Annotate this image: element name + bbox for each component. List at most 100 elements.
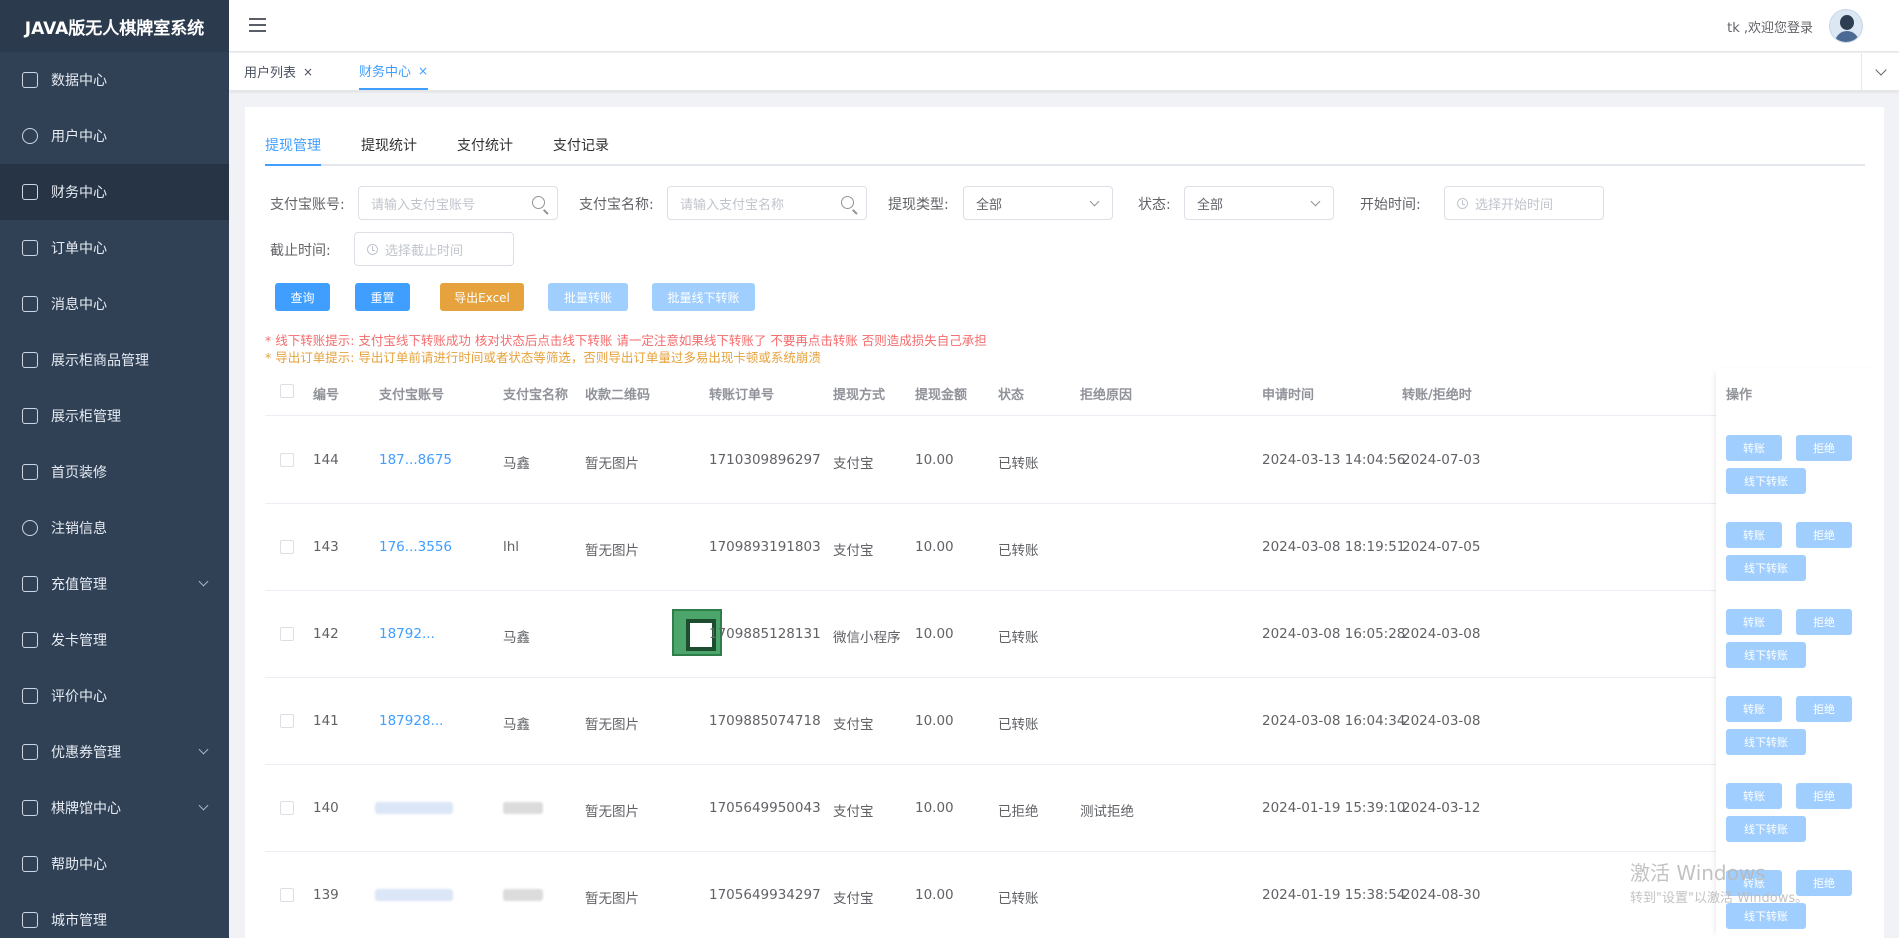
reject-button[interactable]: 拒绝 <box>1796 783 1852 809</box>
sidebar-item-showcase-goods[interactable]: 展示柜商品管理 <box>0 332 229 388</box>
cell-name-redacted <box>503 800 543 816</box>
col-qr-code: 收款二维码 <box>585 388 651 403</box>
offline-transfer-button[interactable]: 线下转账 <box>1726 816 1806 842</box>
cell-account[interactable]: 18792... <box>379 626 435 642</box>
reject-button[interactable]: 拒绝 <box>1796 609 1852 635</box>
cell-account[interactable]: 176...3556 <box>379 539 452 555</box>
status-select[interactable]: 全部 <box>1184 186 1334 220</box>
cell-apply-time: 2024-03-08 16:04:34 <box>1262 713 1406 729</box>
close-icon[interactable]: × <box>303 65 313 79</box>
row-checkbox[interactable] <box>280 888 294 902</box>
row-checkbox[interactable] <box>280 627 294 641</box>
reject-button[interactable]: 拒绝 <box>1796 696 1852 722</box>
sidebar-item-label: 评价中心 <box>51 689 107 705</box>
sidebar-item-showcase[interactable]: 展示柜管理 <box>0 388 229 444</box>
tab-withdraw-management[interactable]: 提现管理 <box>265 135 321 166</box>
sidebar-item-help-center[interactable]: 帮助中心 <box>0 836 229 892</box>
top-header: tk ,欢迎您登录 <box>229 0 1899 52</box>
chart-icon <box>22 856 38 872</box>
table-row: 141 187928... 马鑫 暂无图片 1709885074718 支付宝 … <box>265 678 1865 765</box>
col-order-no: 转账订单号 <box>709 388 775 403</box>
sidebar-item-order-center[interactable]: 订单中心 <box>0 220 229 276</box>
table-row: 139 暂无图片 1705649934297 支付宝 10.00 已转账 202… <box>265 852 1865 938</box>
alipay-name-input[interactable]: 请输入支付宝名称 <box>667 186 867 220</box>
cell-status: 已转账 <box>998 456 1039 472</box>
message-icon <box>22 688 38 704</box>
row-checkbox[interactable] <box>280 540 294 554</box>
col-alipay-name: 支付宝名称 <box>503 388 569 403</box>
transfer-button[interactable]: 转账 <box>1726 696 1782 722</box>
offline-transfer-button[interactable]: 线下转账 <box>1726 729 1806 755</box>
query-button[interactable]: 查询 <box>275 283 330 311</box>
export-excel-button[interactable]: 导出Excel <box>440 283 524 311</box>
reject-button[interactable]: 拒绝 <box>1796 435 1852 461</box>
sidebar-item-city[interactable]: 城市管理 <box>0 892 229 938</box>
cell-qr: 暂无图片 <box>585 891 639 907</box>
start-time-picker[interactable]: 选择开始时间 <box>1444 186 1604 220</box>
sidebar-item-cancellation[interactable]: 注销信息 <box>0 500 229 556</box>
chart-icon <box>22 912 38 928</box>
sidebar-item-card-issuing[interactable]: 发卡管理 <box>0 612 229 668</box>
sidebar-item-coupons[interactable]: 优惠券管理 <box>0 724 229 780</box>
windows-activation-hint: 转到"设置"以激活 Windows。 <box>1630 891 1809 906</box>
batch-transfer-button[interactable]: 批量转账 <box>548 283 628 311</box>
sidebar-item-user-center[interactable]: 用户中心 <box>0 108 229 164</box>
sidebar-item-message-center[interactable]: 消息中心 <box>0 276 229 332</box>
chevron-down-icon <box>1874 63 1887 76</box>
transfer-button[interactable]: 转账 <box>1726 783 1782 809</box>
avatar[interactable] <box>1829 9 1863 43</box>
sidebar-item-review-center[interactable]: 评价中心 <box>0 668 229 724</box>
cell-amount: 10.00 <box>915 626 954 642</box>
offline-transfer-button[interactable]: 线下转账 <box>1726 903 1806 929</box>
sidebar-item-home-decoration[interactable]: 首页装修 <box>0 444 229 500</box>
tab-withdraw-statistics[interactable]: 提现统计 <box>361 135 417 166</box>
reject-button[interactable]: 拒绝 <box>1796 522 1852 548</box>
sidebar-item-label: 棋牌馆中心 <box>51 801 121 817</box>
select-all-checkbox[interactable] <box>280 384 294 398</box>
cell-amount: 10.00 <box>915 452 954 468</box>
start-time-label: 开始时间: <box>1360 197 1421 213</box>
row-checkbox[interactable] <box>280 801 294 815</box>
cell-account[interactable]: 187...8675 <box>379 452 452 468</box>
tags-dropdown-button[interactable] <box>1861 53 1899 90</box>
cell-id: 141 <box>313 713 339 729</box>
offline-transfer-button[interactable]: 线下转账 <box>1726 555 1806 581</box>
reset-button[interactable]: 重置 <box>355 283 410 311</box>
chevron-down-icon <box>1089 196 1100 207</box>
document-icon <box>22 240 38 256</box>
cell-account[interactable]: 187928... <box>379 713 443 729</box>
table-header: 编号 支付宝账号 支付宝名称 收款二维码 转账订单号 提现方式 提现金额 状态 … <box>265 368 1865 416</box>
tag-user-list[interactable]: 用户列表 × <box>244 53 313 90</box>
cell-name-redacted <box>503 887 543 903</box>
offline-transfer-button[interactable]: 线下转账 <box>1726 642 1806 668</box>
search-icon <box>841 196 854 209</box>
menu-toggle-icon[interactable] <box>249 18 266 32</box>
sidebar-item-finance-center[interactable]: 财务中心 <box>0 164 229 220</box>
close-icon[interactable]: × <box>418 64 428 78</box>
sidebar-menu: 数据中心 用户中心 财务中心 订单中心 消息中心 展示柜商品管理 展示柜管理 首… <box>0 52 229 938</box>
alipay-account-input[interactable]: 请输入支付宝账号 <box>358 186 558 220</box>
row-checkbox[interactable] <box>280 453 294 467</box>
sidebar-item-recharge[interactable]: 充值管理 <box>0 556 229 612</box>
cell-reason: 测试拒绝 <box>1080 804 1134 820</box>
cell-done-time: 2024-08-30 <box>1402 887 1481 903</box>
end-time-picker[interactable]: 选择截止时间 <box>354 232 514 266</box>
transfer-button[interactable]: 转账 <box>1726 435 1782 461</box>
cell-status: 已转账 <box>998 543 1039 559</box>
sidebar-item-data-center[interactable]: 数据中心 <box>0 52 229 108</box>
tag-finance-center[interactable]: 财务中心 × <box>359 53 429 90</box>
transfer-button[interactable]: 转账 <box>1726 522 1782 548</box>
cell-qr: 暂无图片 <box>585 543 639 559</box>
sidebar-item-venue-center[interactable]: 棋牌馆中心 <box>0 780 229 836</box>
tab-payment-statistics[interactable]: 支付统计 <box>457 135 513 166</box>
cell-status: 已转账 <box>998 630 1039 646</box>
batch-offline-transfer-button[interactable]: 批量线下转账 <box>652 283 755 311</box>
tab-payment-records[interactable]: 支付记录 <box>553 135 609 166</box>
withdraw-type-select[interactable]: 全部 <box>963 186 1113 220</box>
row-checkbox[interactable] <box>280 714 294 728</box>
cell-apply-time: 2024-03-13 14:04:56 <box>1262 452 1406 468</box>
offline-transfer-button[interactable]: 线下转账 <box>1726 468 1806 494</box>
cell-qr: 暂无图片 <box>585 717 639 733</box>
transfer-button[interactable]: 转账 <box>1726 609 1782 635</box>
list-icon <box>22 408 38 424</box>
